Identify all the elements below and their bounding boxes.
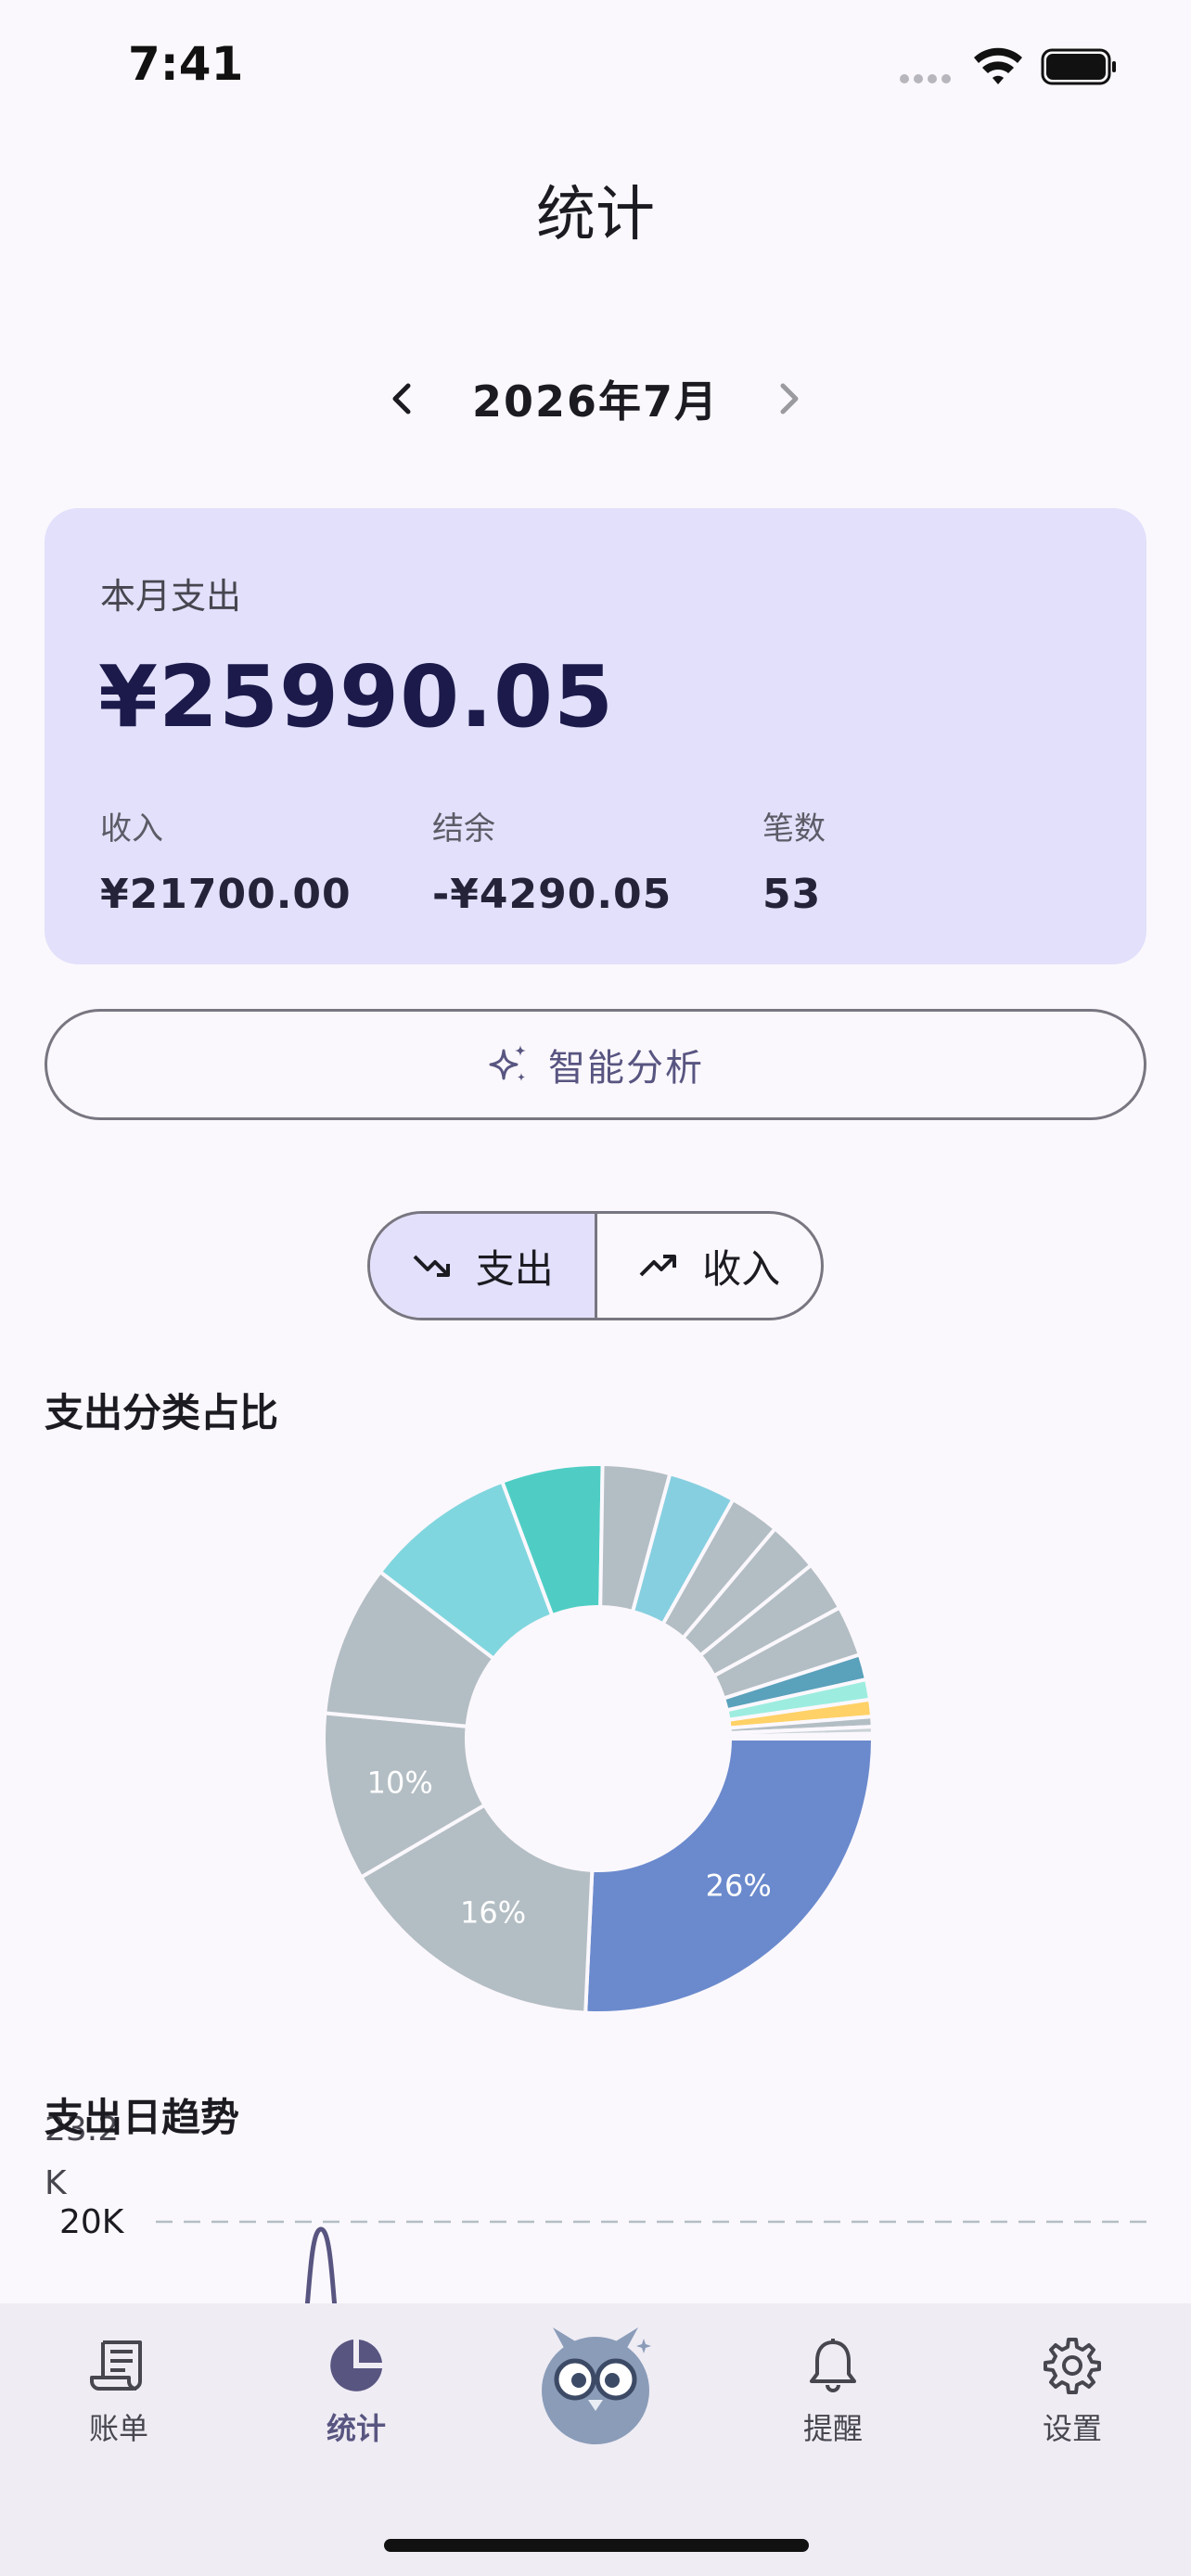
category-section-title: 支出分类占比 [45,1390,279,1435]
trend-section-title: 支出日趋势 [45,2095,240,2140]
stat-value: 53 [762,871,822,918]
trend-line [304,2226,338,2309]
y-tick-label: K [45,2164,68,2202]
tab-bills[interactable]: 账单 [35,2337,202,2448]
slice-label: 10% [367,1765,433,1800]
month-label: 2026年7月 [471,376,720,427]
tab-label: 提醒 [802,2411,863,2446]
summary-amount: ¥25990.05 [98,647,615,746]
monthly-summary-card: 本月支出 ¥25990.05 收入 ¥21700.00 结余 -¥4290.05… [45,508,1146,964]
trending-up-icon [639,1255,677,1277]
income-toggle-label: 收入 [702,1245,781,1292]
prev-month-button[interactable] [370,366,435,431]
stat-label: 结余 [432,810,495,848]
slice-label: 26% [706,1868,772,1903]
ai-analysis-label: 智能分析 [548,1047,704,1090]
home-indicator [384,2539,809,2552]
slice-label: 16% [460,1894,526,1930]
bottom-tab-bar: 账单 统计 提醒 设置 [0,2303,1191,2576]
signal-icon [900,74,951,83]
receipt-icon [90,2340,142,2391]
tab-settings[interactable]: 设置 [989,2337,1156,2448]
summary-label: 本月支出 [100,576,242,617]
stat-label: 收入 [100,810,163,848]
stat-income: 收入 ¥21700.00 [100,803,352,918]
stat-value: -¥4290.05 [432,871,672,918]
expense-toggle-label: 支出 [475,1245,554,1292]
next-month-button[interactable] [756,366,821,431]
tab-label: 设置 [1042,2411,1102,2446]
tab-label: 统计 [326,2411,386,2446]
stat-value: ¥21700.00 [100,871,352,918]
bell-icon [810,2339,856,2392]
stat-label: 笔数 [762,810,826,848]
sparkle-icon [489,1045,526,1081]
type-toggle: 支出 收入 [367,1211,824,1320]
gear-icon [1044,2338,1101,2394]
chevron-right-icon [780,383,799,414]
stat-count: 笔数 53 [762,803,826,918]
chevron-left-icon [392,383,411,414]
y-tick-label: 20K [59,2203,125,2241]
battery-icon [1041,48,1116,85]
owl-icon[interactable] [531,2315,660,2444]
category-donut-chart: 26% 16% 10% [322,1462,876,2015]
page-title: 统计 [536,181,655,249]
tab-reminders[interactable]: 提醒 [749,2337,916,2448]
pie-slice[interactable] [727,1735,876,1741]
pie-chart-icon [330,2340,382,2391]
status-icons [900,47,1116,85]
ai-analysis-button[interactable]: 智能分析 [45,1009,1146,1120]
trending-down-icon [413,1255,450,1277]
tab-statistics[interactable]: 统计 [273,2337,440,2448]
tab-label: 账单 [88,2411,148,2446]
status-time: 7:41 [128,37,244,91]
expense-toggle-button[interactable]: 支出 [370,1214,597,1318]
income-toggle-button[interactable]: 收入 [597,1214,822,1318]
stat-balance: 结余 -¥4290.05 [432,803,672,918]
month-navigator: 2026年7月 [0,363,1191,434]
wifi-icon [974,47,1022,84]
